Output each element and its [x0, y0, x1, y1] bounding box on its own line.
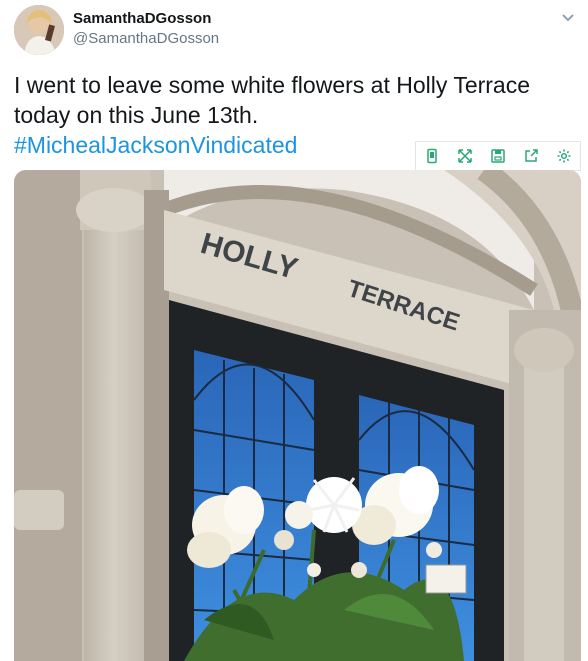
avatar[interactable] [14, 5, 64, 55]
tweet-photo[interactable]: HOLLY TERRACE [14, 170, 581, 661]
tweet-text-line: today on this June 13th. [14, 102, 259, 128]
phone-icon[interactable] [416, 142, 449, 170]
user-handle[interactable]: @SamanthaDGosson [73, 30, 219, 47]
display-name[interactable]: SamanthaDGosson [73, 10, 211, 27]
chevron-down-icon[interactable] [558, 8, 578, 28]
share-icon[interactable] [514, 142, 547, 170]
save-icon[interactable] [482, 142, 515, 170]
image-toolbar [415, 141, 581, 171]
tweet-text: I went to leave some white flowers at Ho… [14, 70, 579, 130]
expand-icon[interactable] [449, 142, 482, 170]
tweet-text-line: I went to leave some white flowers at Ho… [14, 72, 531, 98]
settings-icon[interactable] [547, 142, 580, 170]
hashtag-link[interactable]: #MichealJacksonVindicated [14, 130, 297, 160]
